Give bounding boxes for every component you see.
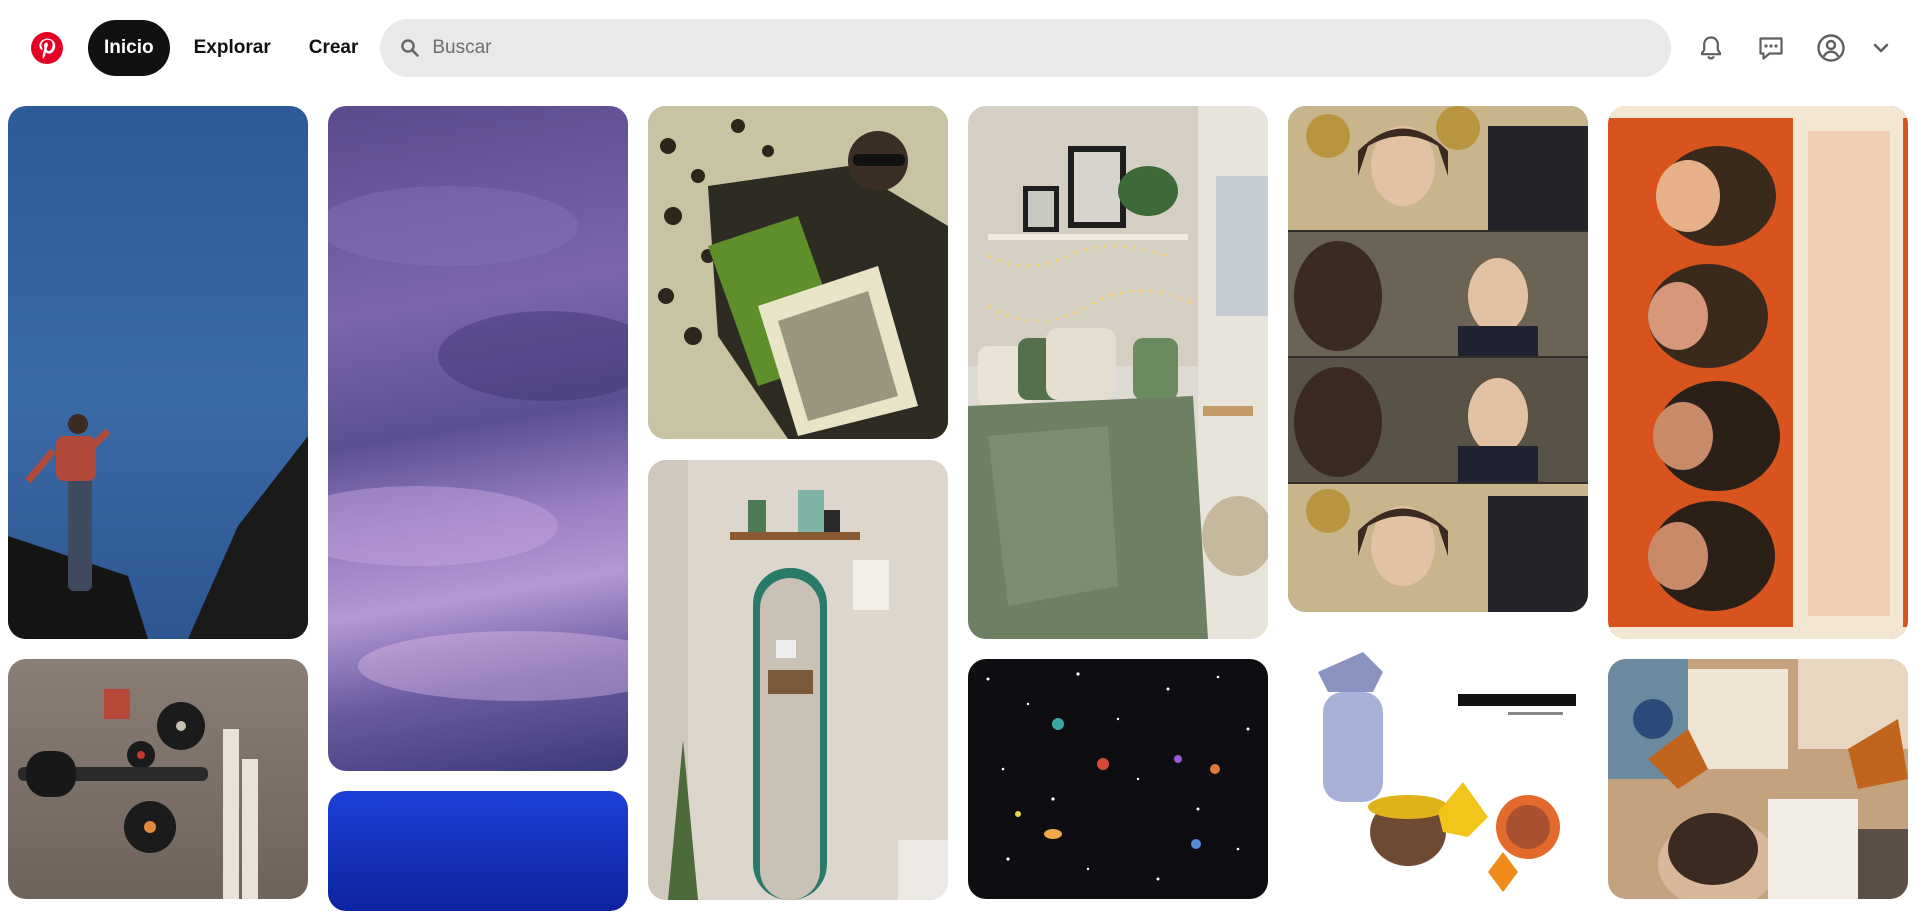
pin-image bbox=[648, 106, 948, 439]
pin-image bbox=[968, 106, 1268, 639]
pin-card[interactable] bbox=[8, 106, 308, 639]
pin-image bbox=[648, 460, 948, 900]
pin-card[interactable] bbox=[328, 106, 628, 771]
pin-card[interactable] bbox=[1608, 106, 1908, 639]
pin-card[interactable] bbox=[648, 460, 948, 900]
pin-card[interactable] bbox=[1288, 632, 1588, 902]
pin-image bbox=[1608, 659, 1908, 899]
pin-card[interactable] bbox=[968, 106, 1268, 639]
pin-card[interactable] bbox=[968, 659, 1268, 899]
pin-image bbox=[18, 689, 258, 899]
pin-card[interactable] bbox=[648, 106, 948, 439]
pin-image bbox=[986, 672, 1250, 881]
pin-image bbox=[8, 414, 308, 639]
pin-image bbox=[1608, 106, 1908, 639]
pin-image bbox=[1318, 652, 1576, 892]
pin-card[interactable] bbox=[1608, 659, 1908, 899]
pin-card[interactable] bbox=[328, 791, 628, 911]
pin-card[interactable] bbox=[8, 659, 308, 899]
pin-feed-grid bbox=[0, 0, 1917, 911]
pin-image bbox=[328, 186, 628, 701]
pin-image bbox=[1288, 106, 1588, 612]
pin-card[interactable] bbox=[1288, 106, 1588, 612]
